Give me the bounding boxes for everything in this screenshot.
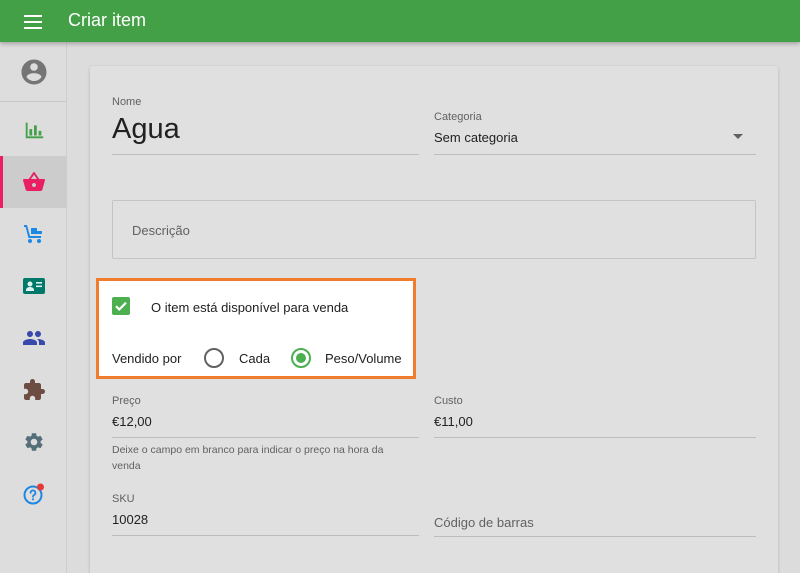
shopping-basket-icon [22, 171, 45, 191]
dropdown-arrow-icon[interactable] [733, 134, 743, 139]
sidebar-item-items[interactable] [0, 156, 67, 208]
category-select[interactable]: Sem categoria [434, 130, 518, 145]
badge-icon [22, 278, 45, 294]
sidebar-item-integrations[interactable] [0, 364, 67, 416]
price-input[interactable]: €12,00 [112, 414, 152, 429]
radio-each[interactable] [204, 348, 224, 368]
people-icon [22, 331, 45, 345]
sold-by-label: Vendido por [112, 351, 182, 366]
account-circle-icon [21, 59, 46, 84]
category-label: Categoria [434, 111, 482, 123]
sku-underline [112, 535, 419, 536]
check-icon [115, 301, 127, 312]
price-underline [112, 437, 419, 438]
category-underline [434, 154, 756, 155]
radio-weight-volume[interactable] [291, 348, 311, 368]
app-bar: Criar item [0, 0, 800, 42]
gear-icon [24, 433, 43, 451]
sidebar-item-settings[interactable] [0, 416, 67, 468]
sku-input[interactable]: 10028 [112, 512, 148, 527]
sidebar-item-employees[interactable] [0, 260, 67, 312]
cost-label: Custo [434, 395, 463, 407]
name-label: Nome [112, 96, 142, 108]
radio-weight-volume-label[interactable]: Peso/Volume [325, 351, 402, 366]
sidebar [0, 42, 67, 573]
sidebar-item-help[interactable] [0, 468, 67, 520]
available-label: O item está disponível para venda [151, 300, 349, 315]
price-hint: Deixe o campo em branco para indicar o p… [112, 444, 384, 472]
sidebar-item-customers[interactable] [0, 312, 67, 364]
price-label: Preço [112, 395, 141, 407]
availability-panel: O item está disponível para venda Vendid… [96, 278, 416, 379]
barcode-underline [434, 536, 756, 537]
dolly-icon [23, 225, 42, 243]
sku-label: SKU [112, 493, 135, 505]
sidebar-item-inventory[interactable] [0, 208, 67, 260]
menu-icon[interactable] [20, 13, 46, 31]
page-title: Criar item [68, 10, 147, 30]
cost-underline [434, 437, 756, 438]
cost-input[interactable]: €11,00 [434, 414, 473, 429]
name-input[interactable]: Agua [112, 113, 180, 146]
description-placeholder: Descrição [132, 223, 190, 238]
bar-chart-icon [25, 122, 43, 139]
available-checkbox[interactable] [112, 297, 130, 315]
radio-each-label[interactable]: Cada [239, 351, 270, 366]
description-input[interactable]: Descrição [112, 200, 756, 259]
puzzle-icon [23, 379, 45, 400]
help-icon [23, 483, 44, 505]
sidebar-item-reports[interactable] [0, 104, 67, 156]
name-underline [112, 154, 419, 155]
sidebar-item-account[interactable] [0, 42, 67, 102]
barcode-input[interactable]: Código de barras [434, 515, 534, 530]
